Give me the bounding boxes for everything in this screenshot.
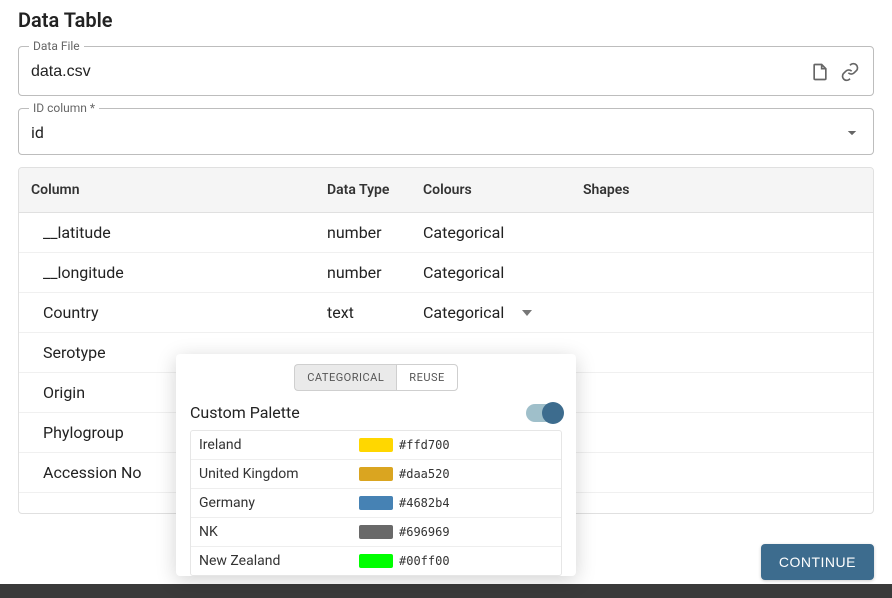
column-datatype: number [327,223,423,242]
palette-name: United Kingdom [199,466,359,482]
table-row[interactable]: __latitudenumberCategorical [19,213,873,253]
link-icon[interactable] [839,61,861,83]
colour-swatch[interactable] [359,525,393,539]
column-name: __longitude [29,263,327,282]
column-datatype: number [327,263,423,282]
palette-row[interactable]: New Zealand #00ff00 [191,547,561,575]
palette-hex: #696969 [399,525,450,539]
palette-list[interactable]: Ireland #ffd700 United Kingdom #daa520 Germa… [190,430,562,576]
palette-name: New Zealand [199,553,359,569]
column-datatype: text [327,303,423,322]
popover-tabs: CATEGORICAL REUSE [190,364,562,391]
column-name: __latitude [29,223,327,242]
file-icon[interactable] [809,61,831,83]
header-column: Column [29,182,327,198]
palette-row[interactable]: NK #696969 [191,518,561,547]
data-file-label: Data File [29,39,84,53]
palette-name: Germany [199,495,359,511]
column-colours[interactable]: Categorical [423,263,583,282]
column-name: Country [29,303,327,322]
palette-name: Ireland [199,437,359,453]
palette-hex: #4682b4 [399,496,450,510]
table-header: Column Data Type Colours Shapes [19,168,873,213]
tab-categorical[interactable]: CATEGORICAL [294,364,396,391]
id-column-field[interactable]: ID column * id [18,108,874,155]
palette-row[interactable]: United Kingdom #daa520 [191,460,561,489]
palette-hex: #00ff00 [399,554,450,568]
colours-value: Categorical [423,223,504,242]
page-title: Data Table [18,8,874,32]
colour-swatch[interactable] [359,496,393,510]
id-column-label: ID column * [29,101,99,115]
colour-swatch[interactable] [359,554,393,568]
table-row[interactable]: CountrytextCategorical [19,293,873,333]
column-colours[interactable]: Categorical [423,223,583,242]
header-colours: Colours [423,182,583,198]
continue-button[interactable]: CONTINUE [761,544,874,580]
palette-hex: #daa520 [399,467,450,481]
colour-popover: CATEGORICAL REUSE Custom Palette Ireland… [176,354,576,576]
colour-swatch[interactable] [359,467,393,481]
header-shapes: Shapes [583,182,863,198]
id-column-value: id [31,123,845,142]
palette-hex: #ffd700 [399,438,450,452]
chevron-down-icon[interactable] [845,125,861,141]
data-file-field[interactable]: Data File [18,46,874,96]
colour-swatch[interactable] [359,438,393,452]
table-row[interactable]: __longitudenumberCategorical [19,253,873,293]
tab-reuse[interactable]: REUSE [396,364,457,391]
custom-palette-toggle[interactable] [526,404,562,422]
footer-stripe [0,584,892,598]
palette-name: NK [199,524,359,540]
data-file-input[interactable] [31,63,809,81]
palette-row[interactable]: Germany #4682b4 [191,489,561,518]
colours-value: Categorical [423,263,504,282]
column-colours[interactable]: Categorical [423,303,583,322]
header-datatype: Data Type [327,182,423,198]
chevron-down-icon[interactable] [522,310,532,316]
palette-row[interactable]: Ireland #ffd700 [191,431,561,460]
custom-palette-label: Custom Palette [190,403,300,422]
colours-value: Categorical [423,303,504,322]
